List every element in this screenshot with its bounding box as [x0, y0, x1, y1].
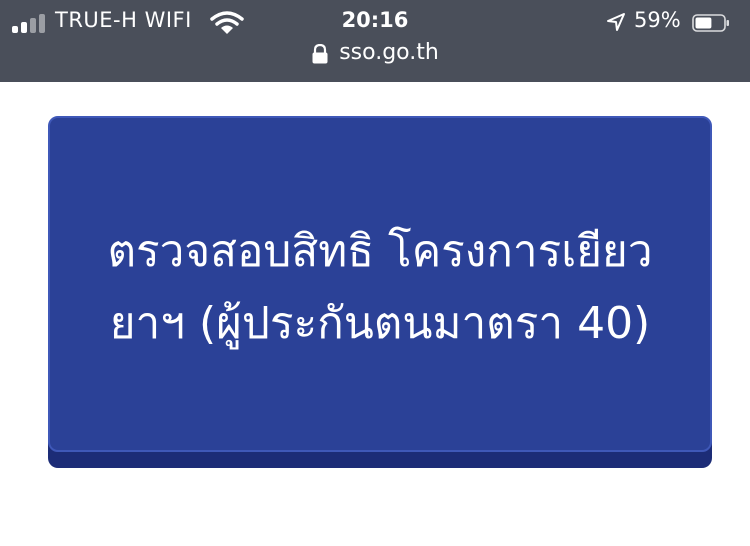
status-bar: TRUE-H WIFI 20:16 59% [0, 6, 750, 36]
location-arrow-icon [607, 13, 625, 31]
check-rights-button-label: ตรวจสอบสิทธิ โครงการเยียวยาฯ (ผู้ประกันต… [107, 226, 653, 349]
address-bar[interactable]: sso.go.th [0, 40, 750, 70]
browser-header: TRUE-H WIFI 20:16 59% sso.go.th [0, 0, 750, 82]
battery-icon [692, 14, 729, 32]
url-text: sso.go.th [339, 40, 439, 65]
battery-percentage: 59% [634, 8, 681, 32]
check-rights-button[interactable]: ตรวจสอบสิทธิ โครงการเยียวยาฯ (ผู้ประกันต… [48, 116, 712, 452]
lock-icon [312, 44, 328, 64]
